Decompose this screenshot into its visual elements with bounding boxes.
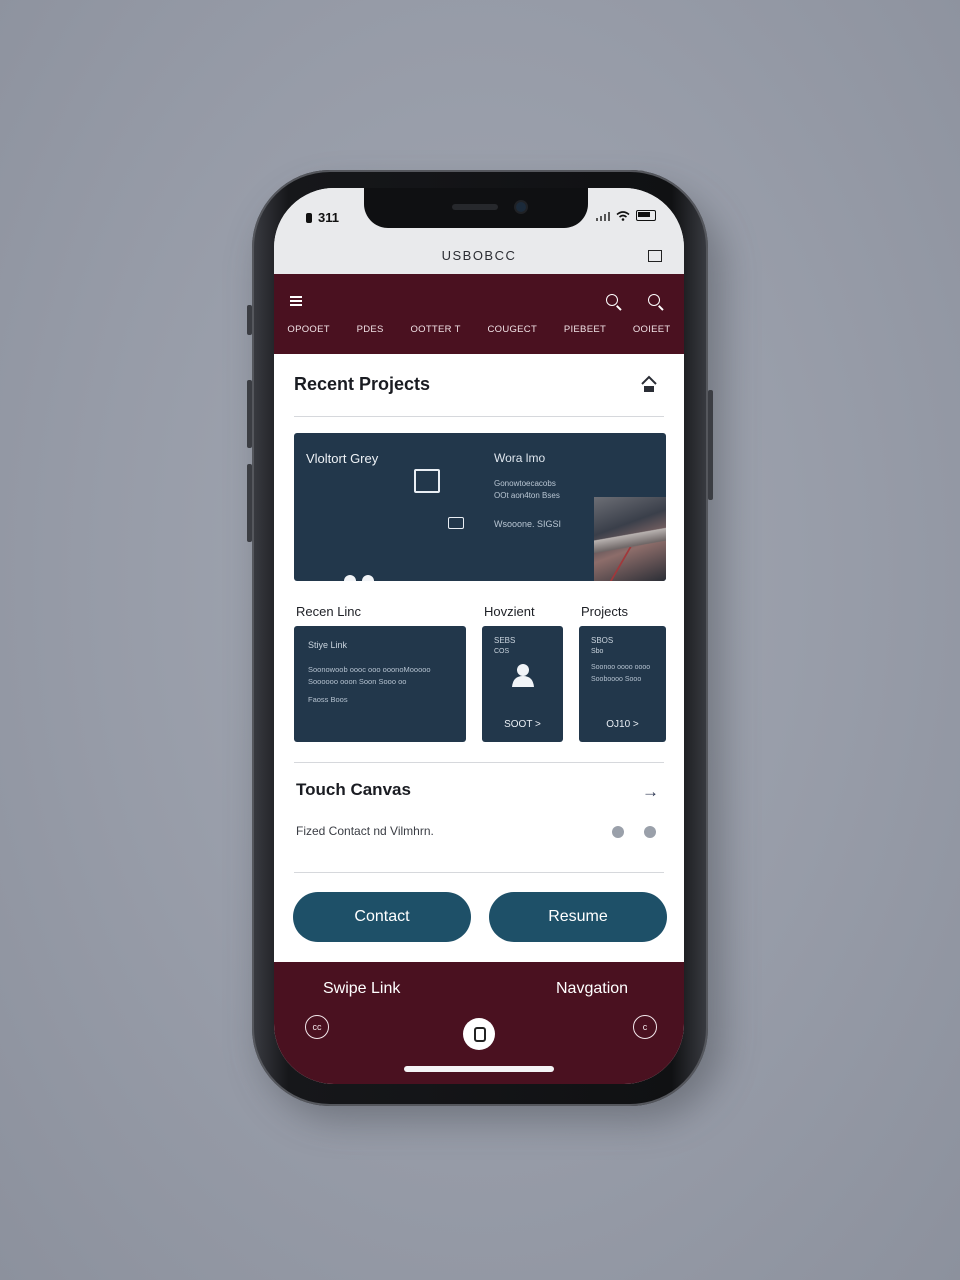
hero-line-3: Wsooone. SIGSI (494, 519, 562, 529)
top-navigation: OPOOET PDES OOTTER T COUGECT PIEBEET OOI… (274, 274, 684, 354)
card-1-title: Stiye Link (308, 640, 348, 650)
divider (294, 762, 664, 763)
left-nav-icon[interactable]: cc (305, 1015, 329, 1039)
project-card-1[interactable]: Stiye Link Soonowoob oooc ooo ooonoMoooo… (294, 626, 466, 742)
person-icon (512, 664, 534, 687)
status-time-text: 311 (318, 210, 339, 225)
navigation-label[interactable]: Navgation (556, 980, 628, 998)
nav-tabs: OPOOET PDES OOTTER T COUGECT PIEBEET OOI… (274, 324, 684, 335)
lock-dot-icon (306, 213, 312, 223)
tab-3[interactable]: OOTTER T (410, 324, 460, 335)
speaker (452, 204, 498, 210)
home-indicator[interactable] (404, 1066, 554, 1072)
card-2-title: SEBS (494, 636, 516, 645)
card-1-line-1: Soonowoob oooc ooo ooonoMooooo (308, 665, 431, 674)
card-3-title: SBOS (591, 636, 614, 645)
tab-6[interactable]: OOIEET (633, 324, 671, 335)
window-icon[interactable] (648, 250, 662, 262)
phone-screen: 311 USBOBCC OPOOET PDES OOTTER T COUGECT… (274, 188, 684, 1084)
card-1-foot: Faoss Boos (308, 695, 348, 704)
card-2-sub: COS (494, 648, 510, 655)
hero-line-1: Gonowtoecacobs (494, 479, 556, 488)
tab-2[interactable]: PDES (357, 324, 384, 335)
tab-1[interactable]: OPOOET (287, 324, 329, 335)
divider (294, 416, 664, 417)
search-icon[interactable] (606, 294, 618, 306)
frame-icon (414, 469, 440, 493)
resume-button[interactable]: Resume (489, 892, 667, 942)
bottom-bar: Swipe Link Navgation cc c (274, 962, 684, 1084)
touch-canvas-subtitle: Fized Contact nd Vilmhrn. (296, 824, 434, 838)
hero-line-2: OOt aon4ton Bses (494, 491, 560, 500)
contact-button[interactable]: Contact (293, 892, 471, 942)
card-1-line-2: Soooooo ooon Soon Sooo oo (308, 677, 407, 686)
card-3-sub: Sbo (591, 648, 604, 655)
project-card-2[interactable]: SEBS COS SOOT > (482, 626, 563, 742)
notch (364, 188, 588, 228)
arrow-right-icon[interactable]: → (642, 782, 659, 802)
mute-switch (247, 305, 252, 335)
label-horizontal: Hovzient (484, 604, 535, 619)
swipe-link-label[interactable]: Swipe Link (323, 980, 400, 998)
app-title: USBOBCC (441, 248, 517, 263)
card-2-cta[interactable]: SOOT > (482, 719, 563, 730)
search-icon-secondary[interactable] (648, 294, 660, 306)
collapse-up-icon[interactable] (640, 374, 658, 394)
hero-right-title: Wora lmo (494, 451, 546, 465)
recent-projects-title: Recent Projects (294, 374, 431, 394)
power-button (708, 390, 713, 500)
volume-up-button (247, 380, 252, 448)
carousel-dots[interactable] (344, 575, 374, 581)
label-projects: Projects (581, 604, 628, 619)
home-button-icon[interactable] (463, 1018, 495, 1050)
hamburger-menu-icon[interactable] (290, 296, 302, 308)
battery-icon (636, 210, 656, 221)
tab-5[interactable]: PIEBEET (564, 324, 606, 335)
tab-4[interactable]: COUGECT (487, 324, 537, 335)
label-recent-link: Recen Linc (296, 604, 362, 619)
system-icons (596, 210, 656, 221)
hero-title: Vloltort Grey (306, 451, 379, 466)
wifi-icon (616, 210, 630, 221)
hero-card[interactable]: Vloltort Grey Wora lmo Gonowtoecacobs OO… (294, 433, 666, 581)
card-3-cta[interactable]: OJ10 > (579, 719, 666, 730)
card-3-line-1: Soonoo oooo oooo (591, 664, 651, 671)
project-card-3[interactable]: SBOS Sbo Soonoo oooo oooo Sooboooo Sooo … (579, 626, 666, 742)
small-frame-icon (448, 517, 464, 529)
pager-dots[interactable] (612, 826, 656, 838)
signal-icon (596, 211, 610, 221)
volume-down-button (247, 464, 252, 542)
divider (294, 872, 664, 873)
front-camera (516, 202, 526, 212)
status-bar: 311 USBOBCC (274, 188, 684, 274)
mountain-photo (594, 497, 666, 581)
touch-canvas-title: Touch Canvas (296, 780, 411, 799)
right-nav-icon[interactable]: c (633, 1015, 657, 1039)
status-time: 311 (306, 210, 339, 225)
card-3-line-2: Sooboooo Sooo (591, 676, 642, 683)
